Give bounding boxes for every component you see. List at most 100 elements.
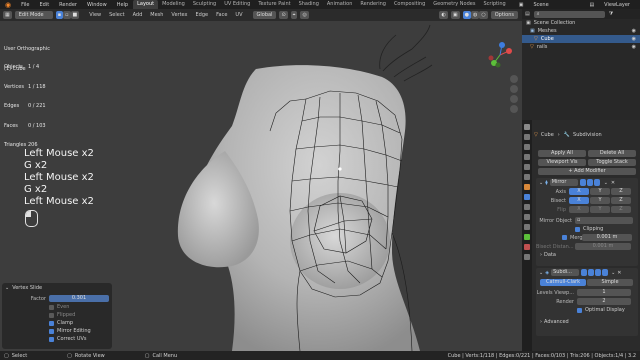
option-correct-uvs[interactable]: Correct UVs xyxy=(49,335,112,343)
tab-uv-editing[interactable]: UV Editing xyxy=(220,0,254,9)
eye-icon[interactable]: ◉ xyxy=(632,36,636,42)
tab-animation[interactable]: Animation xyxy=(323,0,357,9)
constraints-tab-icon[interactable] xyxy=(524,224,530,230)
viewport-toggle-icon[interactable] xyxy=(586,179,593,186)
checkbox-icon[interactable] xyxy=(49,336,54,342)
outliner-row[interactable]: ▣ Meshes ◉ xyxy=(522,27,640,35)
delete-all-button[interactable]: Delete All xyxy=(588,150,636,157)
eye-icon[interactable]: ◉ xyxy=(632,44,636,50)
outliner-row[interactable]: ▽ rails ◉ xyxy=(522,43,640,51)
checkbox-icon[interactable] xyxy=(49,304,54,310)
filter-icon[interactable]: ⧩ xyxy=(609,11,613,17)
edit-mode-toggle-icon[interactable] xyxy=(588,269,595,276)
snap-icon[interactable]: ⌖ xyxy=(290,11,298,19)
proportional-edit-icon[interactable]: ◎ xyxy=(300,11,309,19)
close-icon[interactable]: ✕ xyxy=(617,270,621,276)
data-tab-icon[interactable] xyxy=(524,234,530,240)
chevron-down-icon[interactable]: ⌄ xyxy=(5,285,9,291)
editor-type-icon[interactable]: ▤ xyxy=(525,11,530,17)
tab-compositing[interactable]: Compositing xyxy=(390,0,429,9)
menu-edge[interactable]: Edge xyxy=(192,12,213,18)
checkbox-icon[interactable] xyxy=(49,320,54,326)
editor-type-icon[interactable]: ▦ xyxy=(3,11,12,19)
menu-window[interactable]: Window xyxy=(82,2,112,8)
outliner-row-selected[interactable]: ▽ Cube ◉ xyxy=(522,35,640,43)
levels-viewport-field[interactable]: 1 xyxy=(577,289,631,296)
mode-dropdown[interactable]: Edit Mode xyxy=(14,11,53,19)
viewport-toggle-icon[interactable] xyxy=(595,269,602,276)
tab-rendering[interactable]: Rendering xyxy=(356,0,390,9)
bisect-y-toggle[interactable]: Y xyxy=(590,197,610,204)
apply-all-button[interactable]: Apply All xyxy=(538,150,586,157)
chevron-right-icon[interactable]: › xyxy=(540,252,542,258)
catmull-clark-button[interactable]: Catmull-Clark xyxy=(540,279,586,286)
chevron-down-icon[interactable]: ⌄ xyxy=(539,270,543,276)
menu-file[interactable]: File xyxy=(16,2,34,8)
view-layer-tab-icon[interactable] xyxy=(524,154,530,160)
eye-icon[interactable]: ◉ xyxy=(632,28,636,34)
output-tab-icon[interactable] xyxy=(524,144,530,150)
flip-z-toggle[interactable]: Z xyxy=(611,206,631,213)
checkbox-icon[interactable] xyxy=(562,235,567,240)
bisect-x-toggle[interactable]: X xyxy=(569,197,589,204)
checkbox-icon[interactable] xyxy=(49,328,54,334)
checkbox-icon[interactable] xyxy=(49,312,54,318)
menu-uv[interactable]: UV xyxy=(231,12,246,18)
bisect-distance-field[interactable]: 0.001 m xyxy=(575,243,631,250)
particles-tab-icon[interactable] xyxy=(524,204,530,210)
outliner-row[interactable]: ▣ Scene Collection xyxy=(522,19,640,27)
render-levels-field[interactable]: 2 xyxy=(577,298,631,305)
merge-field[interactable]: 0.001 m xyxy=(582,234,632,241)
axis-x-toggle[interactable]: X xyxy=(569,188,589,195)
tab-scripting[interactable]: Scripting xyxy=(479,0,509,9)
menu-add[interactable]: Add xyxy=(129,12,147,18)
tab-shading[interactable]: Shading xyxy=(295,0,323,9)
xray-icon[interactable]: ▣ xyxy=(450,11,460,19)
object-tab-icon[interactable] xyxy=(524,184,530,190)
tool-tab-icon[interactable] xyxy=(524,124,530,130)
tab-texture-paint[interactable]: Texture Paint xyxy=(254,0,294,9)
data-subpanel-label[interactable]: Data xyxy=(544,252,556,258)
tab-sculpting[interactable]: Sculpting xyxy=(189,0,220,9)
optimal-display-checkbox-row[interactable]: Optimal Display xyxy=(536,306,638,314)
modifier-name-field[interactable]: Subdi... xyxy=(551,269,580,276)
checkbox-icon[interactable] xyxy=(575,226,580,232)
flip-x-toggle[interactable]: X xyxy=(569,206,589,213)
advanced-subpanel-label[interactable]: Advanced xyxy=(544,319,569,325)
mirror-object-field[interactable]: ▫ xyxy=(575,217,633,224)
clipping-checkbox-row[interactable]: Clipping xyxy=(536,225,638,233)
redo-panel-title[interactable]: Vertex Slide xyxy=(12,285,42,291)
axis-y-toggle[interactable]: Y xyxy=(590,188,610,195)
overlays-icon[interactable]: ◐ xyxy=(439,11,448,19)
simple-button[interactable]: Simple xyxy=(587,279,633,286)
dropdown-arrow-icon[interactable]: ⌄ xyxy=(611,270,615,276)
option-mirror-editing[interactable]: Mirror Editing xyxy=(49,327,112,335)
checkbox-icon[interactable] xyxy=(577,307,582,313)
menu-face[interactable]: Face xyxy=(212,12,231,18)
world-tab-icon[interactable] xyxy=(524,174,530,180)
pivot-icon[interactable]: ⊙ xyxy=(279,11,288,19)
flip-y-toggle[interactable]: Y xyxy=(590,206,610,213)
scene-name[interactable]: Scene xyxy=(528,2,584,8)
transform-orientation-dropdown[interactable]: Global xyxy=(252,11,277,19)
material-tab-icon[interactable] xyxy=(524,244,530,250)
scene-tab-icon[interactable] xyxy=(524,164,530,170)
menu-view[interactable]: View xyxy=(85,12,105,18)
outliner-search-input[interactable]: ⌕ xyxy=(533,10,605,18)
menu-edit[interactable]: Edit xyxy=(34,2,54,8)
select-mode-vertex-icon[interactable]: ▪ xyxy=(55,11,64,19)
render-toggle-icon[interactable] xyxy=(602,269,609,276)
physics-tab-icon[interactable] xyxy=(524,214,530,220)
menu-help[interactable]: Help xyxy=(112,2,133,8)
chevron-right-icon[interactable]: › xyxy=(540,319,542,325)
select-mode-face-icon[interactable]: ■ xyxy=(70,11,80,19)
tab-modeling[interactable]: Modeling xyxy=(158,0,189,9)
option-flipped[interactable]: Flipped xyxy=(49,311,112,319)
menu-render[interactable]: Render xyxy=(54,2,82,8)
blender-logo-icon[interactable]: ◉ xyxy=(0,1,16,9)
add-modifier-button[interactable]: + Add Modifier xyxy=(538,168,636,175)
factor-field[interactable]: 0.301 xyxy=(49,295,109,302)
modifier-tab-icon[interactable] xyxy=(524,194,530,200)
dropdown-arrow-icon[interactable]: ⌄ xyxy=(604,180,608,186)
option-even[interactable]: Even xyxy=(49,303,112,311)
